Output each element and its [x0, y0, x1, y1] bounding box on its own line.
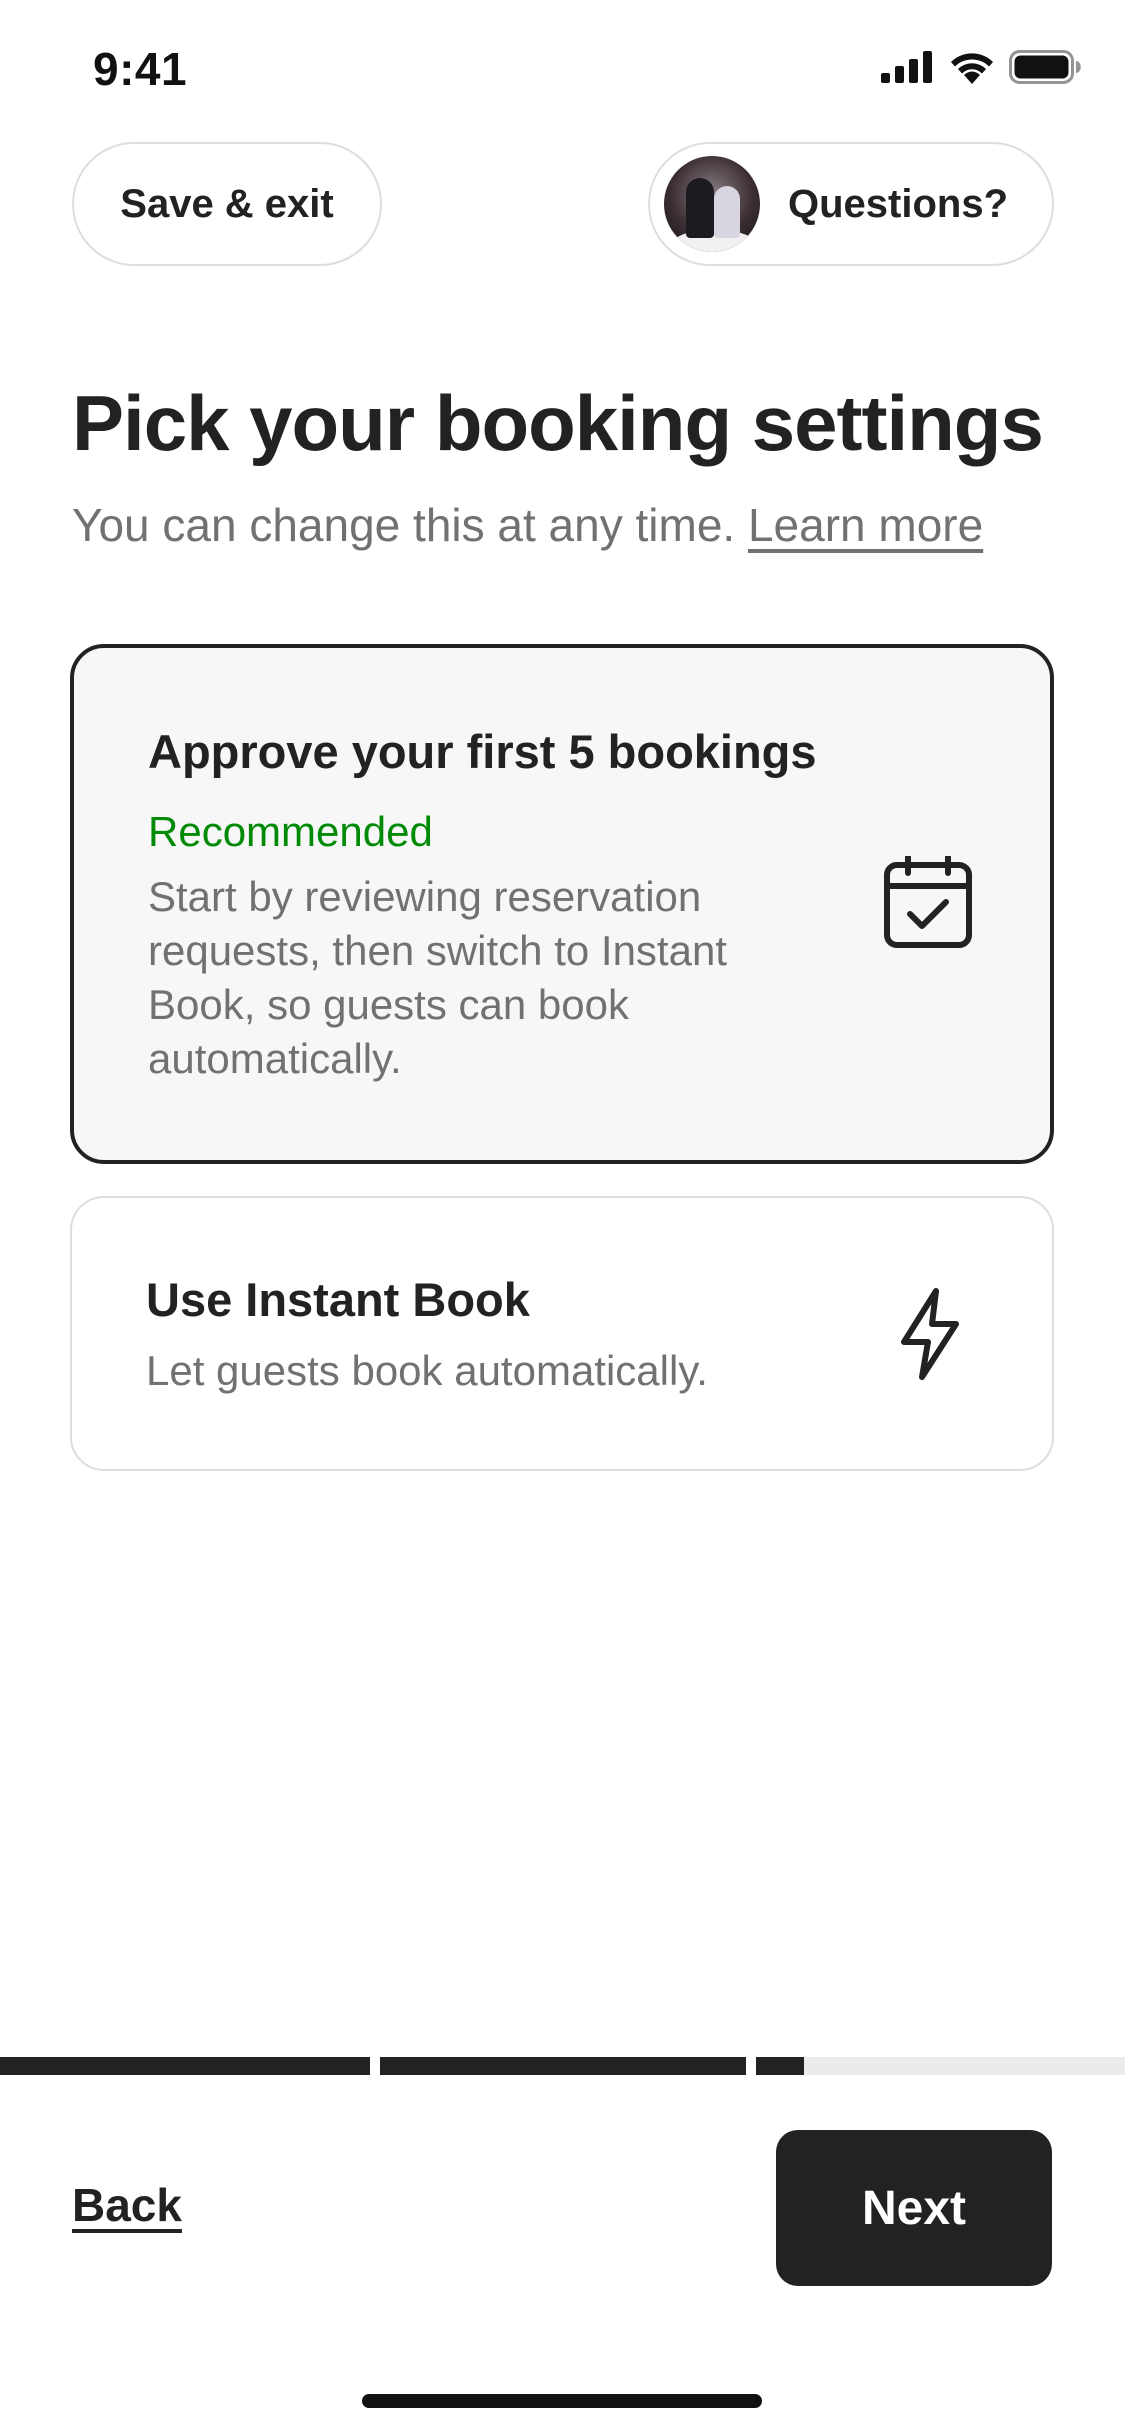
- save-and-exit-label: Save & exit: [120, 181, 334, 226]
- lightning-bolt-icon: [901, 1288, 959, 1380]
- wifi-icon: [951, 53, 993, 84]
- option-title: Use Instant Book: [146, 1273, 530, 1326]
- option-title: Approve your first 5 bookings: [148, 725, 817, 778]
- status-icons: [881, 50, 1081, 84]
- next-button[interactable]: Next: [776, 2130, 1052, 2286]
- recommended-badge: Recommended: [148, 808, 433, 855]
- home-indicator: [362, 2394, 762, 2408]
- questions-label: Questions?: [788, 181, 1009, 226]
- option-instant-book[interactable]: Use Instant Book Let guests book automat…: [70, 1196, 1054, 1471]
- save-and-exit-button[interactable]: Save & exit: [72, 142, 382, 266]
- calendar-check-icon: [884, 856, 972, 948]
- cellular-signal-icon: [881, 51, 932, 83]
- option-description: Let guests book automatically.: [146, 1347, 708, 1394]
- progress-bar: [0, 2057, 1125, 2075]
- battery-icon: [1009, 50, 1081, 84]
- host-avatar: [664, 156, 760, 252]
- status-bar: 9:41: [0, 0, 1125, 140]
- avatar-photo-person: [686, 178, 714, 238]
- next-label: Next: [861, 2181, 967, 2235]
- option-approve-first-bookings[interactable]: Approve your first 5 bookings Recommende…: [70, 644, 1054, 1164]
- page-title: Pick your booking settings: [72, 379, 1044, 467]
- avatar-photo-person: [714, 186, 740, 238]
- booking-settings-screen: 9:41 Save & exit Questions? Pick your bo…: [0, 0, 1125, 2436]
- subtitle-text: You can change this at any time.: [72, 499, 736, 551]
- option-description: Start by reviewing reservation requests,…: [148, 873, 727, 1082]
- back-button[interactable]: Back: [72, 2178, 182, 2232]
- page-subtitle: You can change this at any time. Learn m…: [72, 498, 983, 552]
- status-time: 9:41: [93, 43, 188, 95]
- questions-button[interactable]: Questions?: [648, 142, 1054, 266]
- progress-segment: [0, 2057, 370, 2075]
- progress-segment: [756, 2057, 1125, 2075]
- progress-segment: [380, 2057, 746, 2075]
- learn-more-link[interactable]: Learn more: [748, 499, 983, 551]
